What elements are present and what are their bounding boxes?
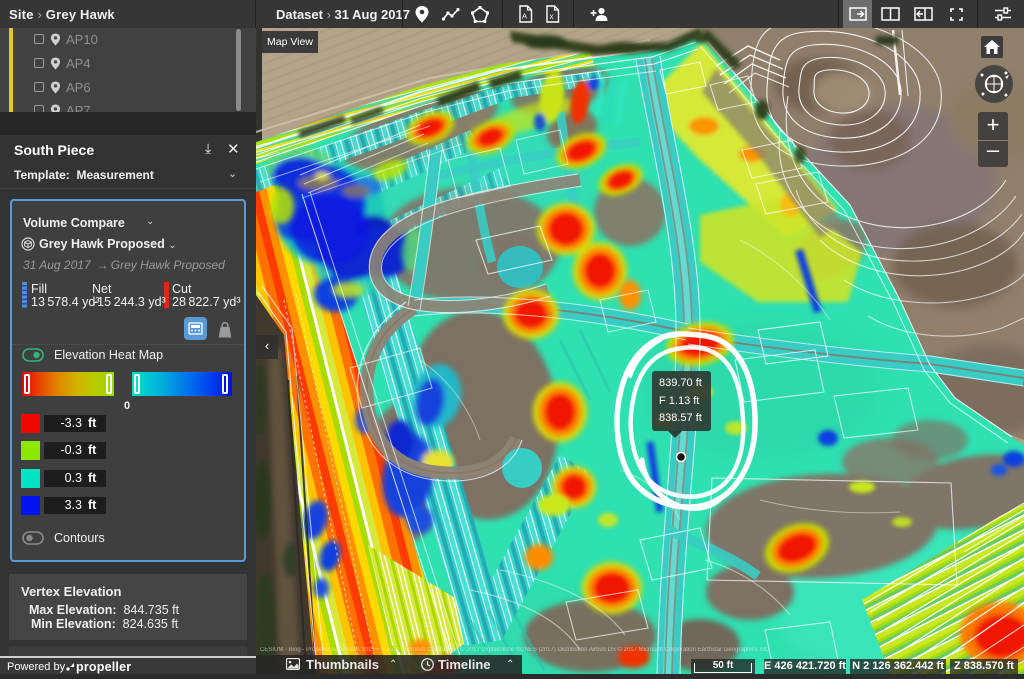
svg-text:A: A xyxy=(522,12,527,21)
svg-text:x: x xyxy=(550,12,554,21)
